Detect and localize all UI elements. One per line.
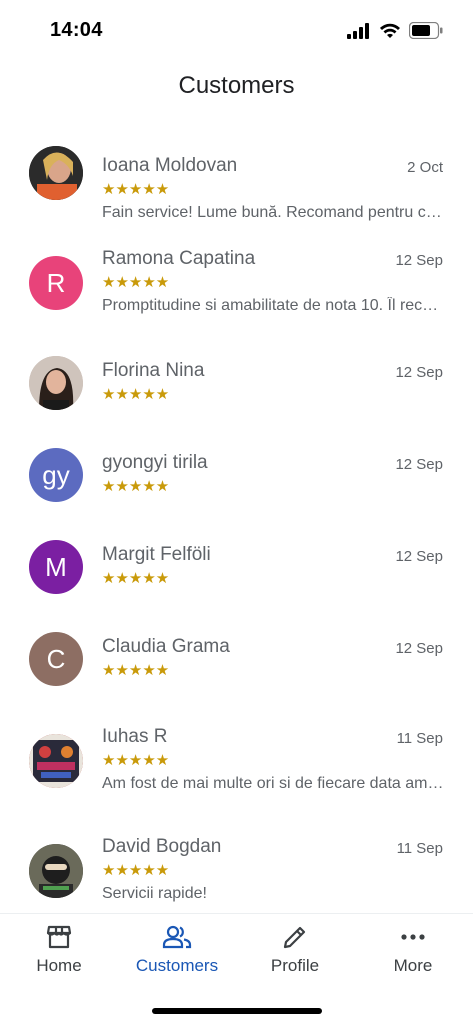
- avatar: [29, 734, 83, 788]
- review-date: 12 Sep: [395, 364, 443, 381]
- avatar: gy: [29, 448, 83, 502]
- review-text: Promptitudine si amabilitate de nota 10.…: [102, 297, 444, 314]
- tab-customers[interactable]: Customers: [118, 922, 236, 976]
- customer-list-item[interactable]: M Margit Felföli 12 Sep ★★★★★: [0, 540, 473, 642]
- tab-profile[interactable]: Profile: [236, 922, 354, 976]
- signal-icon: [347, 22, 371, 44]
- rating-stars: ★★★★★: [102, 862, 170, 879]
- customer-list-item[interactable]: gy gyongyi tirila 12 Sep ★★★★★: [0, 448, 473, 550]
- customer-name: Ioana Moldovan: [102, 155, 238, 176]
- review-date: 12 Sep: [395, 456, 443, 473]
- review-text: Fain service! Lume bună. Recomand pentru…: [102, 204, 444, 221]
- avatar: [29, 844, 83, 898]
- store-icon: [0, 922, 118, 952]
- review-date: 12 Sep: [395, 252, 443, 269]
- tab-home[interactable]: Home: [0, 922, 118, 976]
- review-date: 11 Sep: [396, 840, 443, 857]
- rating-stars: ★★★★★: [102, 386, 170, 403]
- customer-list-item[interactable]: R Ramona Capatina 12 Sep ★★★★★ Promptitu…: [0, 248, 473, 348]
- customer-name: Florina Nina: [102, 360, 205, 381]
- avatar: C: [29, 632, 83, 686]
- customer-name: David Bogdan: [102, 836, 222, 857]
- customer-name: Iuhas R: [102, 726, 168, 747]
- customer-name: Margit Felföli: [102, 544, 211, 565]
- tab-profile-label: Profile: [270, 956, 320, 975]
- battery-icon: [408, 21, 443, 44]
- avatar: [29, 146, 83, 200]
- tab-home-label: Home: [36, 956, 82, 975]
- rating-stars: ★★★★★: [102, 478, 170, 495]
- rating-stars: ★★★★★: [102, 181, 170, 198]
- page-title: Customers: [178, 72, 295, 99]
- review-date: 12 Sep: [395, 640, 443, 657]
- people-icon: [118, 922, 236, 952]
- tab-more[interactable]: More: [354, 922, 472, 976]
- avatar: [29, 356, 83, 410]
- avatar: R: [29, 256, 83, 310]
- more-dots-icon: [354, 922, 472, 952]
- rating-stars: ★★★★★: [102, 570, 170, 587]
- customer-list-item[interactable]: Florina Nina 12 Sep ★★★★★: [0, 356, 473, 458]
- customer-list-item[interactable]: Ioana Moldovan 2 Oct ★★★★★ Fain service!…: [0, 138, 473, 238]
- rating-stars: ★★★★★: [102, 274, 170, 291]
- pencil-icon: [236, 922, 354, 952]
- review-date: 12 Sep: [395, 548, 443, 565]
- status-bar: 14:04: [0, 0, 473, 62]
- customer-name: Claudia Grama: [102, 636, 230, 657]
- tab-customers-label: Customers: [135, 956, 219, 975]
- review-date: 2 Oct: [407, 159, 443, 176]
- customer-name: gyongyi tirila: [102, 452, 208, 473]
- review-date: 11 Sep: [396, 730, 443, 747]
- tab-more-label: More: [393, 956, 433, 975]
- rating-stars: ★★★★★: [102, 752, 170, 769]
- customer-name: Ramona Capatina: [102, 248, 256, 269]
- rating-stars: ★★★★★: [102, 662, 170, 679]
- review-text: Servicii rapide!: [102, 885, 207, 902]
- status-time: 14:04: [50, 19, 103, 41]
- customer-list-item[interactable]: Iuhas R 11 Sep ★★★★★ Am fost de mai mult…: [0, 726, 473, 826]
- wifi-icon: [379, 23, 401, 44]
- status-icons: [347, 21, 443, 44]
- home-indicator: [152, 1008, 322, 1014]
- customer-list-item[interactable]: C Claudia Grama 12 Sep ★★★★★: [0, 632, 473, 734]
- review-text: Am fost de mai multe ori si de fiecare d…: [102, 775, 444, 792]
- avatar: M: [29, 540, 83, 594]
